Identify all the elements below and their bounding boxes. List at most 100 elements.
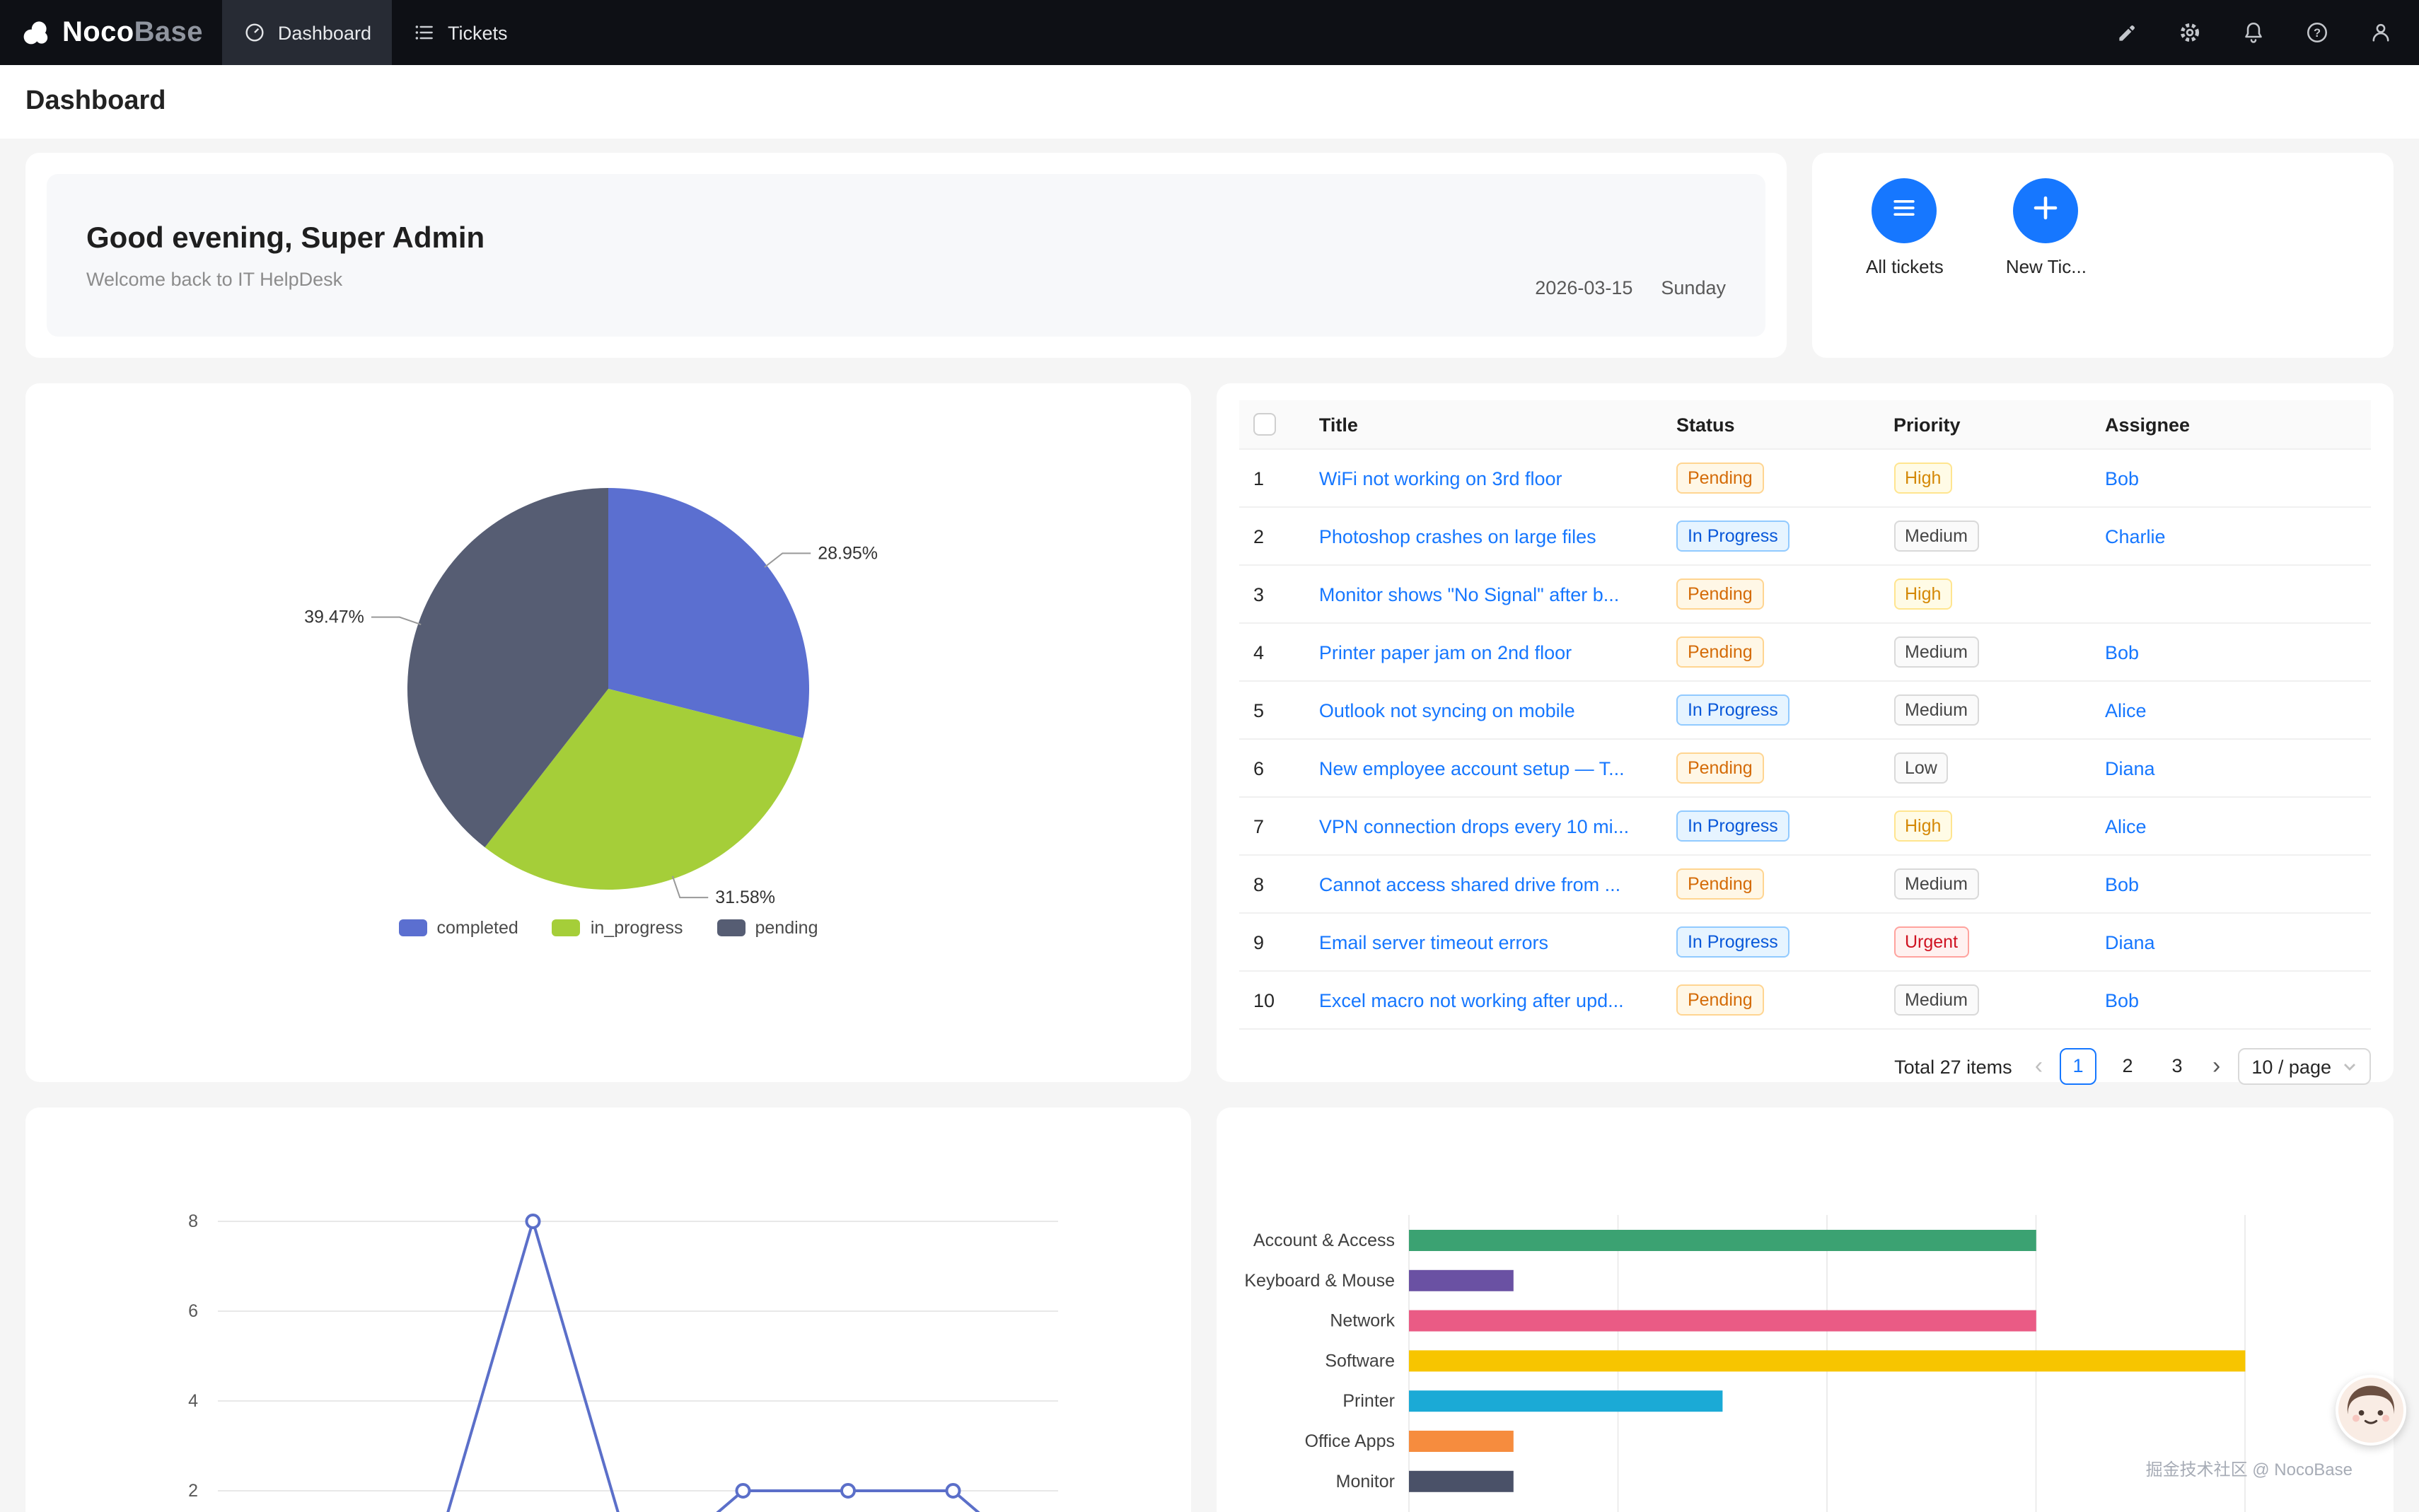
select-all-checkbox[interactable] bbox=[1253, 414, 1276, 436]
welcome-card: Good evening, Super Admin Welcome back t… bbox=[25, 153, 1787, 358]
highlighter-icon[interactable] bbox=[2115, 21, 2139, 45]
new-ticket-label: New Tic... bbox=[2006, 256, 2087, 277]
gauge-icon bbox=[244, 21, 267, 44]
welcome-panel: Good evening, Super Admin Welcome back t… bbox=[47, 174, 1765, 337]
row-index: 2 bbox=[1239, 508, 1305, 566]
nav-item-tickets[interactable]: Tickets bbox=[393, 0, 529, 65]
chevron-down-icon bbox=[2343, 1060, 2357, 1074]
status-badge: Pending bbox=[1676, 753, 1764, 784]
tickets-table-card: Title Status Priority Assignee 1WiFi not… bbox=[1217, 383, 2394, 1082]
ticket-title-link[interactable]: WiFi not working on 3rd floor bbox=[1319, 468, 1562, 489]
page-header: Dashboard bbox=[0, 65, 2419, 139]
row-index: 8 bbox=[1239, 856, 1305, 914]
priority-badge: High bbox=[1893, 463, 1952, 494]
ticket-row: 3Monitor shows "No Signal" after b...Pen… bbox=[1239, 566, 2371, 624]
nav-item-dashboard[interactable]: Dashboard bbox=[223, 0, 393, 65]
table-header-row: Title Status Priority Assignee bbox=[1239, 400, 2371, 450]
date-display: 2026-03-15Sunday bbox=[1535, 277, 1726, 337]
ticket-title-link[interactable]: Cannot access shared drive from ... bbox=[1319, 874, 1620, 895]
main-content: Good evening, Super Admin Welcome back t… bbox=[0, 139, 2419, 1512]
mascot-sticker bbox=[2336, 1375, 2406, 1446]
svg-text:Monitor: Monitor bbox=[1336, 1472, 1395, 1491]
ticket-title-link[interactable]: VPN connection drops every 10 mi... bbox=[1319, 816, 1629, 837]
legend-swatch bbox=[552, 919, 581, 936]
row-index: 5 bbox=[1239, 682, 1305, 740]
assignee-link[interactable]: Bob bbox=[2105, 642, 2139, 663]
brand-name: NocoBase bbox=[62, 16, 203, 49]
ticket-row: 9Email server timeout errorsIn ProgressU… bbox=[1239, 914, 2371, 972]
prev-page-button[interactable]: ‹ bbox=[2031, 1050, 2047, 1084]
row-index: 6 bbox=[1239, 740, 1305, 798]
ticket-title-link[interactable]: Photoshop crashes on large files bbox=[1319, 526, 1596, 547]
all-tickets-button[interactable] bbox=[1872, 178, 1937, 243]
greeting-subtitle: Welcome back to IT HelpDesk bbox=[86, 268, 485, 289]
next-page-button[interactable]: › bbox=[2208, 1050, 2224, 1084]
gear-icon[interactable] bbox=[2177, 20, 2203, 45]
column-header-status: Status bbox=[1662, 400, 1879, 450]
ticket-row: 4Printer paper jam on 2nd floorPendingMe… bbox=[1239, 624, 2371, 682]
column-header-assignee: Assignee bbox=[2091, 400, 2371, 450]
svg-text:Printer: Printer bbox=[1342, 1391, 1395, 1411]
page-button-1[interactable]: 1 bbox=[2060, 1049, 2096, 1086]
line-chart-card: 8642 bbox=[25, 1107, 1191, 1512]
legend-item-in-progress[interactable]: in_progress bbox=[552, 918, 683, 938]
nocobase-logo[interactable]: NocoBase bbox=[20, 16, 203, 49]
page-size-select[interactable]: 10 / page bbox=[2237, 1049, 2371, 1086]
assignee-link[interactable]: Diana bbox=[2105, 932, 2155, 953]
list-icon bbox=[1889, 192, 1920, 230]
status-badge: In Progress bbox=[1676, 811, 1789, 842]
assignee-link[interactable]: Bob bbox=[2105, 990, 2139, 1011]
watermark-text: 掘金技术社区 @ NocoBase bbox=[2146, 1457, 2353, 1481]
priority-badge: Medium bbox=[1893, 869, 1979, 900]
ticket-title-link[interactable]: Printer paper jam on 2nd floor bbox=[1319, 642, 1572, 663]
ticket-title-link[interactable]: Outlook not syncing on mobile bbox=[1319, 700, 1575, 721]
assignee-link[interactable]: Diana bbox=[2105, 758, 2155, 779]
quick-actions-card: All tickets New Tic... bbox=[1812, 153, 2394, 358]
plus-icon bbox=[2029, 190, 2063, 231]
bell-icon[interactable] bbox=[2241, 20, 2266, 45]
legend-swatch bbox=[717, 919, 746, 936]
app-root: NocoBase Dashboard Tickets bbox=[0, 0, 2419, 1512]
svg-text:Network: Network bbox=[1330, 1311, 1395, 1331]
page-title: Dashboard bbox=[25, 86, 166, 117]
status-badge: Pending bbox=[1676, 637, 1764, 668]
tickets-table: Title Status Priority Assignee 1WiFi not… bbox=[1239, 400, 2371, 1030]
nav-item-label: Tickets bbox=[448, 22, 508, 43]
row-index: 4 bbox=[1239, 624, 1305, 682]
svg-text:4: 4 bbox=[188, 1391, 198, 1411]
priority-badge: Medium bbox=[1893, 521, 1979, 552]
ticket-row: 10Excel macro not working after upd...Pe… bbox=[1239, 972, 2371, 1030]
user-icon[interactable] bbox=[2368, 20, 2394, 45]
ticket-title-link[interactable]: Email server timeout errors bbox=[1319, 932, 1548, 953]
svg-text:28.95%: 28.95% bbox=[818, 543, 878, 563]
greeting-text: Good evening, Super Admin bbox=[86, 221, 485, 255]
assignee-link[interactable]: Alice bbox=[2105, 816, 2147, 837]
weekday-value: Sunday bbox=[1661, 277, 1726, 298]
list-icon bbox=[414, 21, 436, 44]
page-button-3[interactable]: 3 bbox=[2159, 1049, 2195, 1086]
ticket-title-link[interactable]: Excel macro not working after upd... bbox=[1319, 990, 1624, 1011]
priority-badge: Urgent bbox=[1893, 927, 1969, 958]
new-ticket-button[interactable] bbox=[2014, 178, 2079, 243]
assignee-link[interactable]: Bob bbox=[2105, 874, 2139, 895]
priority-badge: Medium bbox=[1893, 985, 1979, 1016]
ticket-title-link[interactable]: Monitor shows "No Signal" after b... bbox=[1319, 584, 1619, 605]
all-tickets-action: All tickets bbox=[1866, 178, 1944, 358]
ticket-title-link[interactable]: New employee account setup — T... bbox=[1319, 758, 1625, 779]
legend-item-completed[interactable]: completed bbox=[398, 918, 518, 938]
assignee-link[interactable]: Charlie bbox=[2105, 526, 2166, 547]
assignee-link[interactable]: Bob bbox=[2105, 468, 2139, 489]
priority-badge: Low bbox=[1893, 753, 1949, 784]
svg-text:?: ? bbox=[2314, 27, 2321, 40]
status-badge: Pending bbox=[1676, 869, 1764, 900]
row-index: 3 bbox=[1239, 566, 1305, 624]
legend-item-pending[interactable]: pending bbox=[717, 918, 818, 938]
assignee-link[interactable]: Alice bbox=[2105, 700, 2147, 721]
status-badge: In Progress bbox=[1676, 695, 1789, 726]
status-pie-card: 28.95%31.58%39.47% completed in_progress… bbox=[25, 383, 1191, 1082]
help-icon[interactable]: ? bbox=[2304, 20, 2330, 45]
svg-text:Account & Access: Account & Access bbox=[1253, 1231, 1395, 1250]
svg-text:31.58%: 31.58% bbox=[715, 888, 775, 904]
row-index: 9 bbox=[1239, 914, 1305, 972]
page-button-2[interactable]: 2 bbox=[2109, 1049, 2146, 1086]
